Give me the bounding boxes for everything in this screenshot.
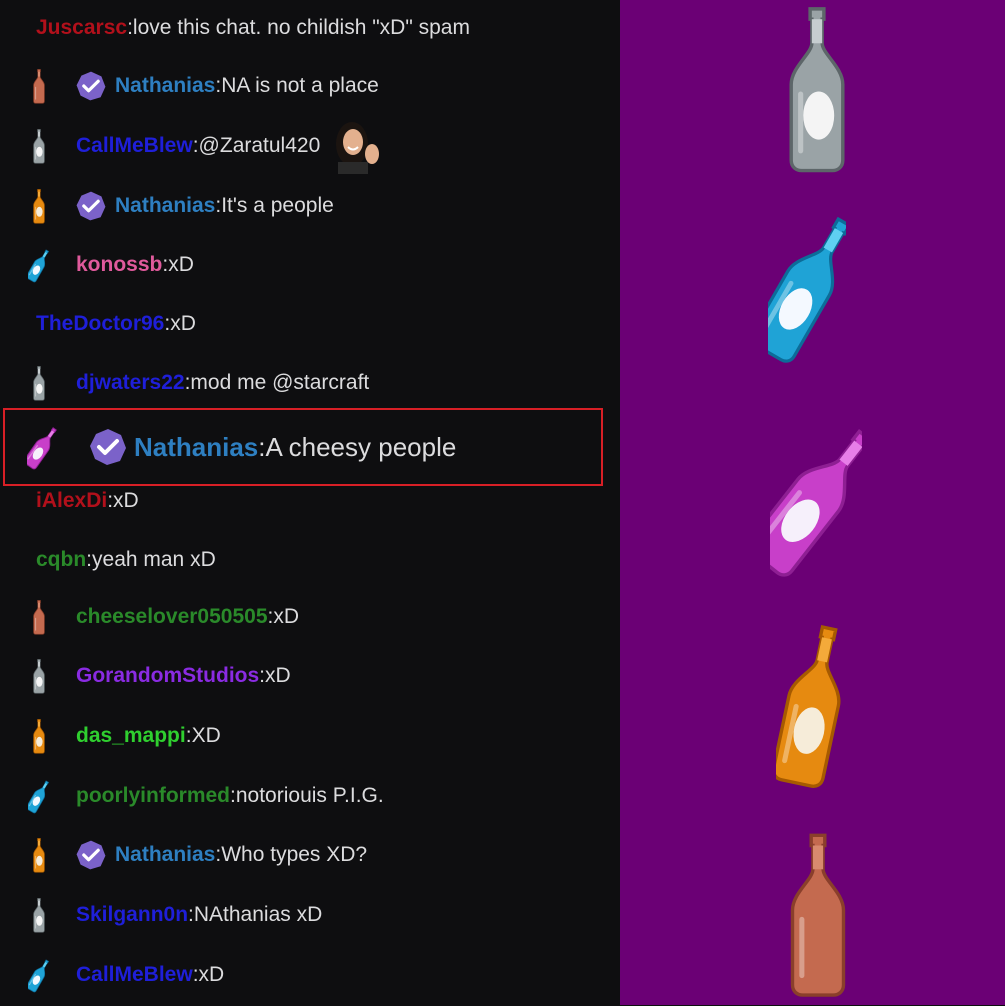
chat-text: yeah man xD xyxy=(92,548,216,571)
verified-badge xyxy=(86,425,130,469)
chat-text: NAthanias xD xyxy=(193,903,323,926)
chat-message: Juscarsc: love this chat. no childish "x… xyxy=(0,8,620,48)
chat-username[interactable]: poorlyinformed xyxy=(76,784,230,808)
orange-bottle-icon xyxy=(33,189,45,224)
brown-bottle-icon xyxy=(33,69,45,104)
silver-bottle-icon xyxy=(33,129,45,164)
pink-bottle-icon xyxy=(27,427,57,470)
chat-text: mod me @starcraft xyxy=(190,371,370,394)
chat-message: iAlexDi: xD xyxy=(0,481,620,521)
chat-username[interactable]: GorandomStudios xyxy=(76,664,259,688)
bottle-badge xyxy=(24,599,54,635)
sidebar-bottle xyxy=(784,826,852,1006)
chat-text: It's a people xyxy=(221,194,334,217)
chat-message: Nathanias: Who types XD? xyxy=(0,835,620,875)
brown-bottle-icon xyxy=(790,833,846,997)
chat-message: CallMeBlew: xD xyxy=(0,955,620,995)
sidebar-bottle xyxy=(771,620,850,793)
chat-username[interactable]: konossb xyxy=(76,253,162,277)
chat-text: NA is not a place xyxy=(221,74,379,97)
blue-bottle-icon xyxy=(28,249,50,283)
bottle-badge xyxy=(24,837,54,873)
silver-bottle-icon xyxy=(33,366,45,401)
orange-bottle-icon xyxy=(771,625,841,788)
chat-text: xD xyxy=(168,253,194,276)
chat-username[interactable]: TheDoctor96 xyxy=(36,312,164,336)
chat-message: Nathanias: It's a people xyxy=(0,186,620,226)
chat-text: xD xyxy=(113,489,139,512)
sidebar-bottle xyxy=(782,2,852,179)
silver-bottle-icon xyxy=(33,659,45,694)
chat-username[interactable]: cheeselover050505 xyxy=(76,605,268,629)
bottle-badge xyxy=(24,247,54,283)
chat-username[interactable]: djwaters22 xyxy=(76,371,185,395)
verified-badge-icon xyxy=(90,429,126,465)
verified-badge-icon xyxy=(76,71,106,101)
chat-text: xD xyxy=(170,312,196,335)
verified-badge-icon xyxy=(76,840,106,870)
chat-username[interactable]: CallMeBlew xyxy=(76,134,193,158)
silver-bottle-icon xyxy=(789,7,845,173)
verified-badge xyxy=(74,189,108,223)
bottle-badge xyxy=(24,68,54,104)
orange-bottle-icon xyxy=(33,719,45,754)
orange-bottle-icon xyxy=(33,838,45,873)
chat-username[interactable]: Nathanias xyxy=(115,74,215,98)
chat-text: A cheesy people xyxy=(265,431,457,462)
chat-text: xD xyxy=(198,963,225,986)
bottle-sidebar xyxy=(620,0,1005,1005)
pink-bottle-icon xyxy=(747,429,873,577)
chat-text: xD xyxy=(265,664,291,687)
chat-username[interactable]: Nathanias xyxy=(115,194,215,218)
bottle-badge xyxy=(24,718,54,754)
chat-text: XD xyxy=(191,724,221,747)
chat-username[interactable]: iAlexDi xyxy=(36,489,107,513)
bottle-badge xyxy=(24,128,54,164)
bottle-badge xyxy=(24,957,54,993)
verified-badge xyxy=(74,838,108,872)
blue-bottle-icon xyxy=(749,216,852,363)
sidebar-bottle xyxy=(747,412,873,589)
sidebar-bottle xyxy=(749,206,852,371)
chat-username[interactable]: Juscarsc xyxy=(36,16,127,40)
chat-text: @Zaratul420 xyxy=(198,134,321,157)
bottle-badge xyxy=(24,897,54,933)
chat-text: xD xyxy=(273,605,300,628)
chat-message: poorlyinformed: notoriouis P.I.G. xyxy=(0,776,620,816)
silver-bottle-icon xyxy=(33,898,45,933)
chat-username[interactable]: das_mappi xyxy=(76,724,186,748)
blue-bottle-icon xyxy=(28,780,50,814)
chat-message: CallMeBlew: @Zaratul420 xyxy=(0,122,620,174)
chat-message: djwaters22: mod me @starcraft xyxy=(0,363,620,403)
chat-message: cheeselover050505: xD xyxy=(0,597,620,637)
chat-username[interactable]: cqbn xyxy=(36,548,86,572)
chat-message: cqbn: yeah man xD xyxy=(0,540,620,580)
chat-message: Skilgann0n: NAthanias xD xyxy=(0,895,620,935)
verified-badge xyxy=(74,69,108,103)
chat-separator: : xyxy=(258,431,266,462)
chat-panel: Juscarsc: love this chat. no childish "x… xyxy=(0,0,620,1005)
chat-username[interactable]: Nathanias xyxy=(115,843,215,867)
blue-bottle-icon xyxy=(28,959,50,993)
verified-badge-icon xyxy=(76,191,106,221)
bottle-badge xyxy=(24,658,54,694)
bottle-badge xyxy=(24,778,54,814)
chat-text: notoriouis P.I.G. xyxy=(235,784,384,807)
chat-message: konossb: xD xyxy=(0,245,620,285)
chat-text: love this chat. no childish "xD" spam xyxy=(132,16,470,39)
chat-username[interactable]: CallMeBlew xyxy=(76,963,193,987)
chat-username[interactable]: Nathanias xyxy=(134,432,258,463)
chat-message: TheDoctor96: xD xyxy=(0,304,620,344)
bottle-badge xyxy=(22,422,62,472)
chat-message-highlighted: Nathanias: A cheesy people xyxy=(3,408,603,486)
bottle-badge xyxy=(24,188,54,224)
bottle-badge xyxy=(24,365,54,401)
chat-text: Who types XD? xyxy=(221,843,368,866)
waving-woman-emote xyxy=(336,122,380,174)
brown-bottle-icon xyxy=(33,600,45,635)
chat-message: Nathanias: NA is not a place xyxy=(0,66,620,106)
chat-username[interactable]: Skilgann0n xyxy=(76,903,188,927)
chat-message: das_mappi: XD xyxy=(0,716,620,756)
chat-message: GorandomStudios: xD xyxy=(0,656,620,696)
